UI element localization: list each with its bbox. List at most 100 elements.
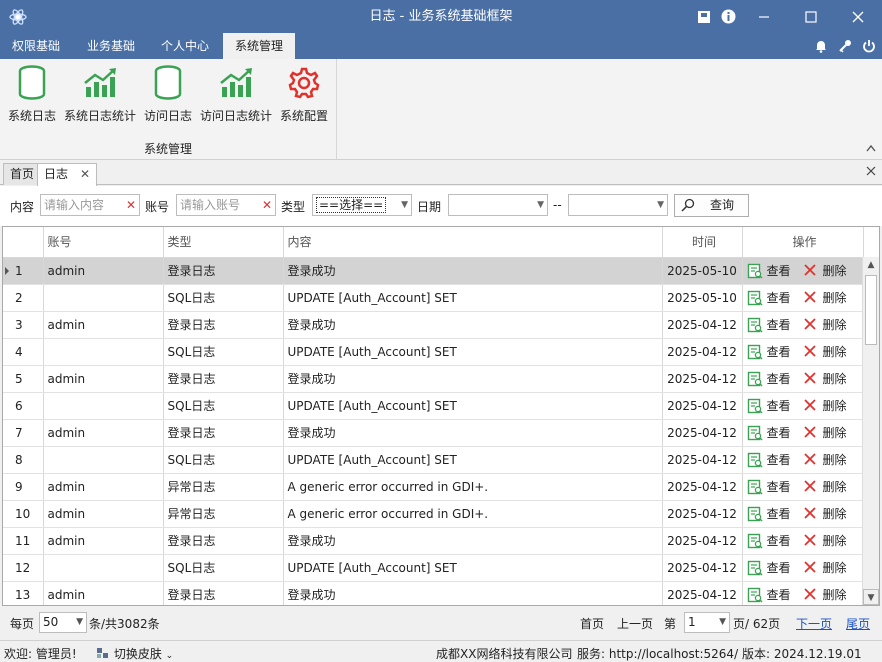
scroll-thumb[interactable] xyxy=(865,275,877,345)
view-button[interactable]: 查看 xyxy=(767,343,791,360)
menu-tab-business[interactable]: 业务基础 xyxy=(75,33,147,59)
view-button[interactable]: 查看 xyxy=(767,424,791,441)
view-button[interactable]: 查看 xyxy=(767,397,791,414)
page-select[interactable]: 1 ▼ xyxy=(684,612,730,633)
delete-button[interactable]: 删除 xyxy=(823,451,847,468)
table-row[interactable]: 4 SQL日志 UPDATE [Auth_Account] SET 2025-04-1… xyxy=(3,338,864,366)
system-log-stats-button[interactable]: 系统日志统计 xyxy=(62,65,138,125)
table-row[interactable]: 2 SQL日志 UPDATE [Auth_Account] SET 2025-05-1… xyxy=(3,284,864,312)
close-tab-icon[interactable]: ✕ xyxy=(80,167,90,181)
close-window-button[interactable] xyxy=(840,0,876,33)
delete-button[interactable]: 删除 xyxy=(823,316,847,333)
view-button[interactable]: 查看 xyxy=(767,532,791,549)
table-row[interactable]: 10 admin 异常日志 A generic error occurred in G… xyxy=(3,500,864,528)
delete-button[interactable]: 删除 xyxy=(823,559,847,576)
prev-page-button[interactable]: 上一页 xyxy=(617,615,653,632)
view-icon[interactable] xyxy=(747,452,763,468)
delete-icon[interactable] xyxy=(803,290,819,306)
view-button[interactable]: 查看 xyxy=(767,451,791,468)
type-select[interactable]: ==选择== ▼ xyxy=(312,194,412,216)
view-icon[interactable] xyxy=(747,560,763,576)
delete-icon[interactable] xyxy=(803,560,819,576)
delete-icon[interactable] xyxy=(803,263,819,279)
table-row[interactable]: 13 admin 登录日志 登录成功 2025-04-12 查看 删除 xyxy=(3,581,864,605)
delete-icon[interactable] xyxy=(803,425,819,441)
view-icon[interactable] xyxy=(747,506,763,522)
close-all-icon[interactable] xyxy=(866,165,876,179)
delete-icon[interactable] xyxy=(803,533,819,549)
system-config-button[interactable]: 系统配置 xyxy=(278,65,330,125)
view-icon[interactable] xyxy=(747,398,763,414)
delete-icon[interactable] xyxy=(803,371,819,387)
view-button[interactable]: 查看 xyxy=(767,289,791,306)
maximize-button[interactable] xyxy=(793,0,829,33)
delete-button[interactable]: 删除 xyxy=(823,532,847,549)
view-button[interactable]: 查看 xyxy=(767,262,791,279)
col-header-type[interactable]: 类型 xyxy=(163,227,284,258)
delete-button[interactable]: 删除 xyxy=(823,505,847,522)
tab-log[interactable]: 日志 ✕ xyxy=(37,163,98,186)
delete-button[interactable]: 删除 xyxy=(823,478,847,495)
query-button[interactable]: 查询 xyxy=(674,194,749,217)
info-icon[interactable] xyxy=(710,0,746,33)
scroll-down-icon[interactable]: ▼ xyxy=(863,589,879,605)
date-start-picker[interactable]: ▼ xyxy=(448,194,548,216)
key-icon[interactable] xyxy=(836,37,854,55)
delete-button[interactable]: 删除 xyxy=(823,289,847,306)
view-button[interactable]: 查看 xyxy=(767,370,791,387)
table-row[interactable]: 3 admin 登录日志 登录成功 2025-04-12 查看 删除 xyxy=(3,311,864,339)
view-button[interactable]: 查看 xyxy=(767,478,791,495)
table-row[interactable]: 11 admin 登录日志 登录成功 2025-04-12 查看 删除 xyxy=(3,527,864,555)
delete-icon[interactable] xyxy=(803,317,819,333)
skin-switch[interactable]: 切换皮肤 ⌄ xyxy=(96,645,173,662)
table-row[interactable]: 9 admin 异常日志 A generic error occurred in GD… xyxy=(3,473,864,501)
minimize-button[interactable] xyxy=(746,0,782,33)
delete-icon[interactable] xyxy=(803,452,819,468)
view-button[interactable]: 查看 xyxy=(767,316,791,333)
table-row[interactable]: 8 SQL日志 UPDATE [Auth_Account] SET 2025-04-1… xyxy=(3,446,864,474)
view-icon[interactable] xyxy=(747,317,763,333)
view-icon[interactable] xyxy=(747,263,763,279)
view-icon[interactable] xyxy=(747,290,763,306)
delete-icon[interactable] xyxy=(803,587,819,603)
delete-icon[interactable] xyxy=(803,479,819,495)
account-input[interactable]: 请输入账号 ✕ xyxy=(176,194,276,216)
view-button[interactable]: 查看 xyxy=(767,559,791,576)
clear-account-icon[interactable]: ✕ xyxy=(262,195,272,215)
delete-button[interactable]: 删除 xyxy=(823,586,847,603)
scroll-up-icon[interactable]: ▲ xyxy=(863,257,879,273)
delete-button[interactable]: 删除 xyxy=(823,370,847,387)
col-header-account[interactable]: 账号 xyxy=(43,227,164,258)
vertical-scrollbar[interactable]: ▲ ▼ xyxy=(862,257,879,605)
col-header-content[interactable]: 内容 xyxy=(283,227,663,258)
access-log-button[interactable]: 访问日志 xyxy=(142,65,194,125)
menu-tab-system[interactable]: 系统管理 xyxy=(223,33,296,59)
bell-icon[interactable] xyxy=(812,37,830,55)
menu-tab-permissions[interactable]: 权限基础 xyxy=(0,33,72,59)
content-input[interactable]: 请输入内容 ✕ xyxy=(40,194,140,216)
delete-button[interactable]: 删除 xyxy=(823,262,847,279)
table-row[interactable]: 12 SQL日志 UPDATE [Auth_Account] SET 2025-04-… xyxy=(3,554,864,582)
delete-icon[interactable] xyxy=(803,344,819,360)
clear-content-icon[interactable]: ✕ xyxy=(126,195,136,215)
delete-button[interactable]: 删除 xyxy=(823,424,847,441)
view-icon[interactable] xyxy=(747,587,763,603)
first-page-button[interactable]: 首页 xyxy=(580,615,604,632)
view-button[interactable]: 查看 xyxy=(767,505,791,522)
table-row[interactable]: 6 SQL日志 UPDATE [Auth_Account] SET 2025-04-1… xyxy=(3,392,864,420)
delete-icon[interactable] xyxy=(803,398,819,414)
system-log-button[interactable]: 系统日志 xyxy=(6,65,58,125)
collapse-ribbon-icon[interactable] xyxy=(866,141,876,155)
date-end-picker[interactable]: ▼ xyxy=(568,194,668,216)
delete-button[interactable]: 删除 xyxy=(823,343,847,360)
col-header-ops[interactable]: 操作 xyxy=(742,227,864,258)
col-header-time[interactable]: 时间 xyxy=(662,227,743,258)
per-page-select[interactable]: 50 ▼ xyxy=(39,612,87,633)
tab-home[interactable]: 首页 xyxy=(3,163,42,185)
view-button[interactable]: 查看 xyxy=(767,586,791,603)
view-icon[interactable] xyxy=(747,425,763,441)
view-icon[interactable] xyxy=(747,344,763,360)
delete-icon[interactable] xyxy=(803,506,819,522)
table-row[interactable]: 5 admin 登录日志 登录成功 2025-04-12 查看 删除 xyxy=(3,365,864,393)
view-icon[interactable] xyxy=(747,371,763,387)
